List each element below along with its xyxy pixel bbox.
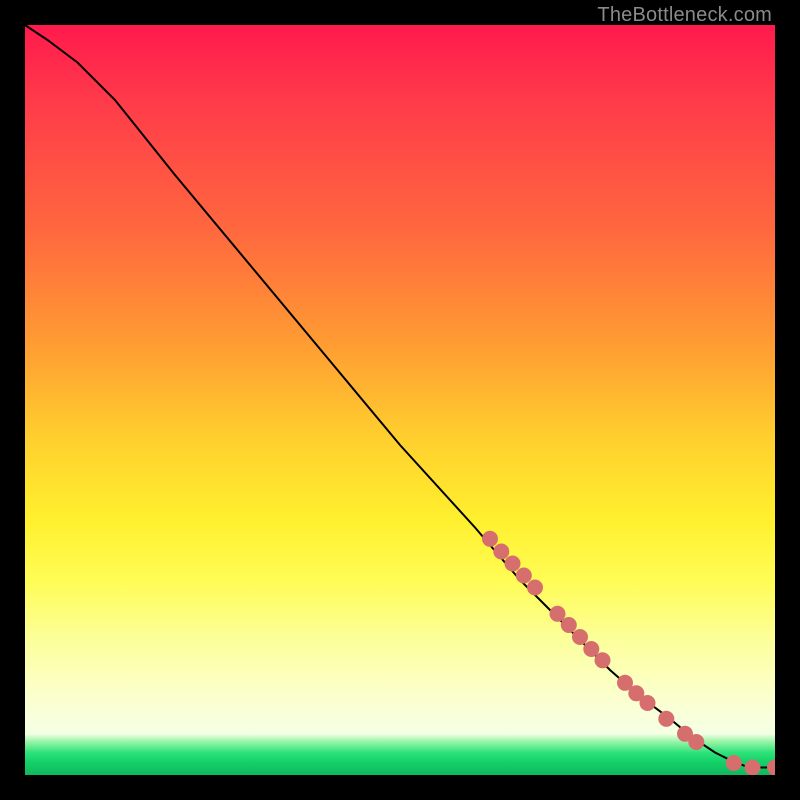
plot-area: [25, 25, 775, 775]
chart-stage: TheBottleneck.com: [0, 0, 800, 800]
curve-marker: [658, 711, 674, 727]
curve-marker: [516, 568, 532, 584]
curve-marker: [583, 641, 599, 657]
curve-path: [25, 25, 775, 768]
curve-marker: [617, 675, 633, 691]
curve-svg: [25, 25, 775, 775]
curve-marker: [527, 580, 543, 596]
curve-marker: [482, 531, 498, 547]
curve-marker: [595, 652, 611, 668]
curve-marker: [561, 617, 577, 633]
curve-marker: [726, 755, 742, 771]
curve-marker: [550, 606, 566, 622]
curve-marker: [767, 760, 775, 776]
curve-marker: [640, 695, 656, 711]
curve-marker: [688, 734, 704, 750]
curve-marker: [505, 556, 521, 572]
curve-markers: [482, 531, 775, 775]
curve-marker: [493, 544, 509, 560]
curve-marker: [677, 726, 693, 742]
curve-marker: [745, 760, 761, 776]
curve-marker: [628, 685, 644, 701]
curve-marker: [572, 629, 588, 645]
watermark-text: TheBottleneck.com: [597, 4, 772, 27]
